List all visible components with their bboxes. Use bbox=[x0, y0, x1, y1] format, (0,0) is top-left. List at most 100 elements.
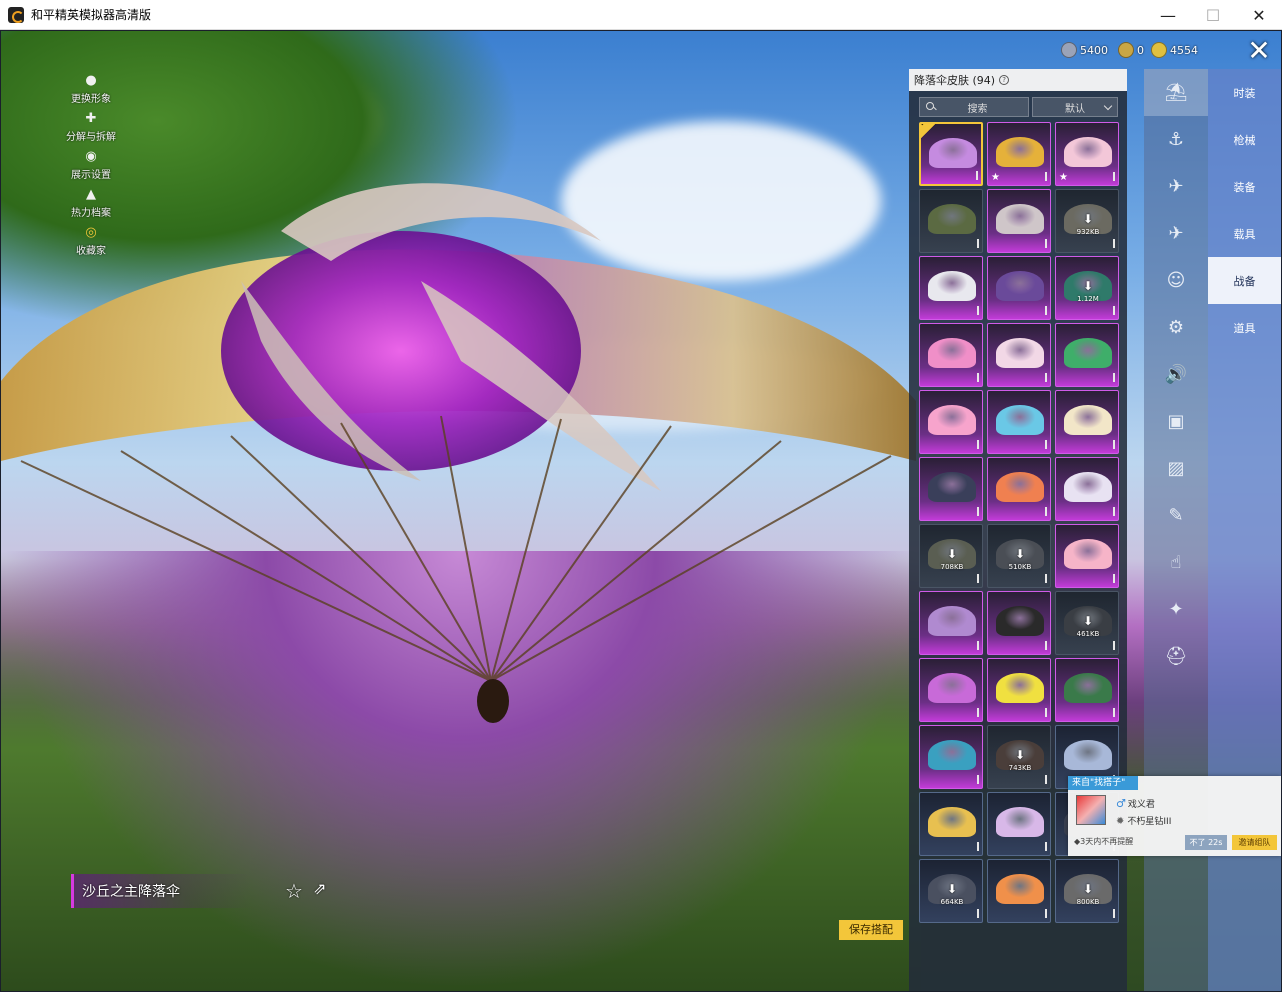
subcategory-icon[interactable]: ✈ bbox=[1144, 163, 1208, 210]
skin-tile[interactable] bbox=[987, 859, 1051, 923]
subcategory-icon[interactable]: ✈ bbox=[1144, 210, 1208, 257]
skin-tile[interactable] bbox=[919, 189, 983, 253]
parachute-thumbnail bbox=[928, 606, 976, 636]
currency-gold-badge[interactable]: 0 bbox=[1118, 41, 1144, 59]
skin-tile[interactable] bbox=[919, 792, 983, 856]
category-tab[interactable]: 道具 bbox=[1208, 304, 1281, 351]
parachute-thumbnail bbox=[996, 472, 1044, 502]
dont-remind-toggle[interactable]: ◆3天内不再提醒 bbox=[1074, 836, 1133, 847]
skin-tile[interactable] bbox=[1055, 390, 1119, 454]
skin-tile[interactable] bbox=[919, 457, 983, 521]
skin-tile[interactable] bbox=[987, 591, 1051, 655]
menu-item-label: 更换形象 bbox=[71, 94, 111, 105]
subcategory-icon[interactable]: ✦ bbox=[1144, 586, 1208, 633]
tile-marker bbox=[977, 306, 979, 315]
skin-tile[interactable]: ⬇ 932KB bbox=[1055, 189, 1119, 253]
parachute-thumbnail bbox=[996, 405, 1044, 435]
parachute-thumbnail bbox=[928, 740, 976, 770]
skin-tile[interactable] bbox=[1055, 457, 1119, 521]
menu-item-label: 收藏家 bbox=[76, 246, 106, 257]
parachute-thumbnail bbox=[1064, 539, 1112, 569]
skin-tile[interactable] bbox=[987, 390, 1051, 454]
skin-tile[interactable] bbox=[987, 256, 1051, 320]
parachute-thumbnail bbox=[1064, 740, 1112, 770]
skin-tile[interactable] bbox=[1055, 323, 1119, 387]
skin-tile[interactable]: ⬇ 461KB bbox=[1055, 591, 1119, 655]
gold-badge-icon bbox=[1118, 42, 1134, 58]
panel-tools: 搜索 默认 bbox=[909, 91, 1127, 121]
category-tab[interactable]: 枪械 bbox=[1208, 116, 1281, 163]
parachute-preview[interactable] bbox=[1, 161, 921, 761]
menu-item-display-settings[interactable]: ◉ 展示设置 bbox=[61, 143, 121, 182]
minimize-button[interactable]: — bbox=[1145, 0, 1191, 30]
accept-invite-button[interactable]: 邀请组队 bbox=[1232, 835, 1277, 850]
subcategory-icon[interactable]: ☝ bbox=[1144, 539, 1208, 586]
search-input[interactable]: 搜索 bbox=[919, 97, 1029, 117]
parachute-thumbnail bbox=[996, 271, 1044, 301]
subcategory-icon[interactable]: ⚓ bbox=[1144, 116, 1208, 163]
subcategory-icon[interactable]: 🔊 bbox=[1144, 351, 1208, 398]
subcategory-icon[interactable]: ⚙ bbox=[1144, 304, 1208, 351]
download-size: 932KB bbox=[1076, 228, 1100, 236]
menu-item-decompose[interactable]: ✚ 分解与拆解 bbox=[61, 105, 121, 144]
tile-marker bbox=[1113, 306, 1115, 315]
save-outfit-button[interactable]: 保存搭配 bbox=[839, 920, 903, 940]
skin-tile[interactable] bbox=[919, 390, 983, 454]
close-panel-icon[interactable]: ✕ bbox=[1241, 35, 1277, 67]
menu-item-change-avatar[interactable]: ● 更换形象 bbox=[61, 67, 121, 106]
skin-tile[interactable]: ★ bbox=[1055, 122, 1119, 186]
skin-tile[interactable] bbox=[987, 189, 1051, 253]
skin-tile[interactable] bbox=[987, 323, 1051, 387]
parachute-thumbnail bbox=[996, 874, 1044, 904]
skin-tile[interactable]: ⬇ 1.12M bbox=[1055, 256, 1119, 320]
sort-dropdown[interactable]: 默认 bbox=[1032, 97, 1118, 117]
skin-tile[interactable] bbox=[919, 323, 983, 387]
star-icon: ★ bbox=[1059, 172, 1068, 183]
skin-tile[interactable]: ★ bbox=[987, 122, 1051, 186]
skin-tile[interactable]: ⬇ 708KB bbox=[919, 524, 983, 588]
menu-item-collector[interactable]: ◎ 收藏家 bbox=[61, 219, 121, 258]
category-tab[interactable]: 时装 bbox=[1208, 69, 1281, 116]
category-tab[interactable]: 战备 bbox=[1208, 257, 1281, 304]
subcategory-icon[interactable]: ▣ bbox=[1144, 398, 1208, 445]
subcategory-icon[interactable]: ☺ bbox=[1144, 257, 1208, 304]
favorite-star-icon[interactable]: ☆ bbox=[285, 879, 303, 903]
category-tab[interactable]: 载具 bbox=[1208, 210, 1281, 257]
avatar[interactable] bbox=[1076, 795, 1106, 825]
download-size: 510KB bbox=[1008, 563, 1032, 571]
skin-tile[interactable]: ⬇ 664KB bbox=[919, 859, 983, 923]
menu-item-label: 热力档案 bbox=[71, 208, 111, 219]
skin-tile[interactable]: ⬇ 510KB bbox=[987, 524, 1051, 588]
skin-tile[interactable] bbox=[919, 725, 983, 789]
skin-tile[interactable]: ⬇ 743KB bbox=[987, 725, 1051, 789]
skin-tile[interactable] bbox=[987, 792, 1051, 856]
subcategory-icon[interactable]: ▨ bbox=[1144, 445, 1208, 492]
search-label: 搜索 bbox=[967, 103, 988, 115]
parachute-thumbnail bbox=[1064, 673, 1112, 703]
subcategory-icon[interactable]: ⛱ bbox=[1144, 69, 1208, 116]
skin-tile[interactable] bbox=[919, 591, 983, 655]
currency-silver[interactable]: 5400 bbox=[1061, 41, 1108, 59]
decline-button[interactable]: 不了 22s bbox=[1185, 835, 1227, 850]
skin-tile[interactable] bbox=[919, 256, 983, 320]
close-window-button[interactable]: ✕ bbox=[1236, 0, 1282, 30]
skin-tile[interactable]: ⬇ 800KB bbox=[1055, 859, 1119, 923]
skin-tile[interactable] bbox=[987, 658, 1051, 722]
maximize-button[interactable]: ☐ bbox=[1190, 0, 1236, 30]
help-icon[interactable]: ? bbox=[999, 75, 1010, 85]
subcategory-icon[interactable]: ✎ bbox=[1144, 492, 1208, 539]
left-side-menu: ● 更换形象 ✚ 分解与拆解 ◉ 展示设置 ▲ 热力档案 ◎ 收藏家 bbox=[61, 67, 121, 258]
category-tab[interactable]: 装备 bbox=[1208, 163, 1281, 210]
download-size: 743KB bbox=[1008, 764, 1032, 772]
currency-value: 4554 bbox=[1170, 43, 1198, 57]
skin-tile[interactable] bbox=[919, 122, 983, 186]
subcategory-icon[interactable]: ⛑ bbox=[1144, 633, 1208, 680]
share-icon[interactable]: ⇗ bbox=[313, 879, 333, 899]
skin-tile[interactable] bbox=[987, 457, 1051, 521]
skin-tile[interactable] bbox=[919, 658, 983, 722]
skin-tile[interactable] bbox=[1055, 658, 1119, 722]
skin-tile[interactable] bbox=[1055, 524, 1119, 588]
panel-title: 降落伞皮肤 (94) bbox=[914, 74, 996, 87]
currency-gold-coin[interactable]: 4554 bbox=[1151, 41, 1198, 59]
menu-item-heat-archive[interactable]: ▲ 热力档案 bbox=[61, 181, 121, 220]
